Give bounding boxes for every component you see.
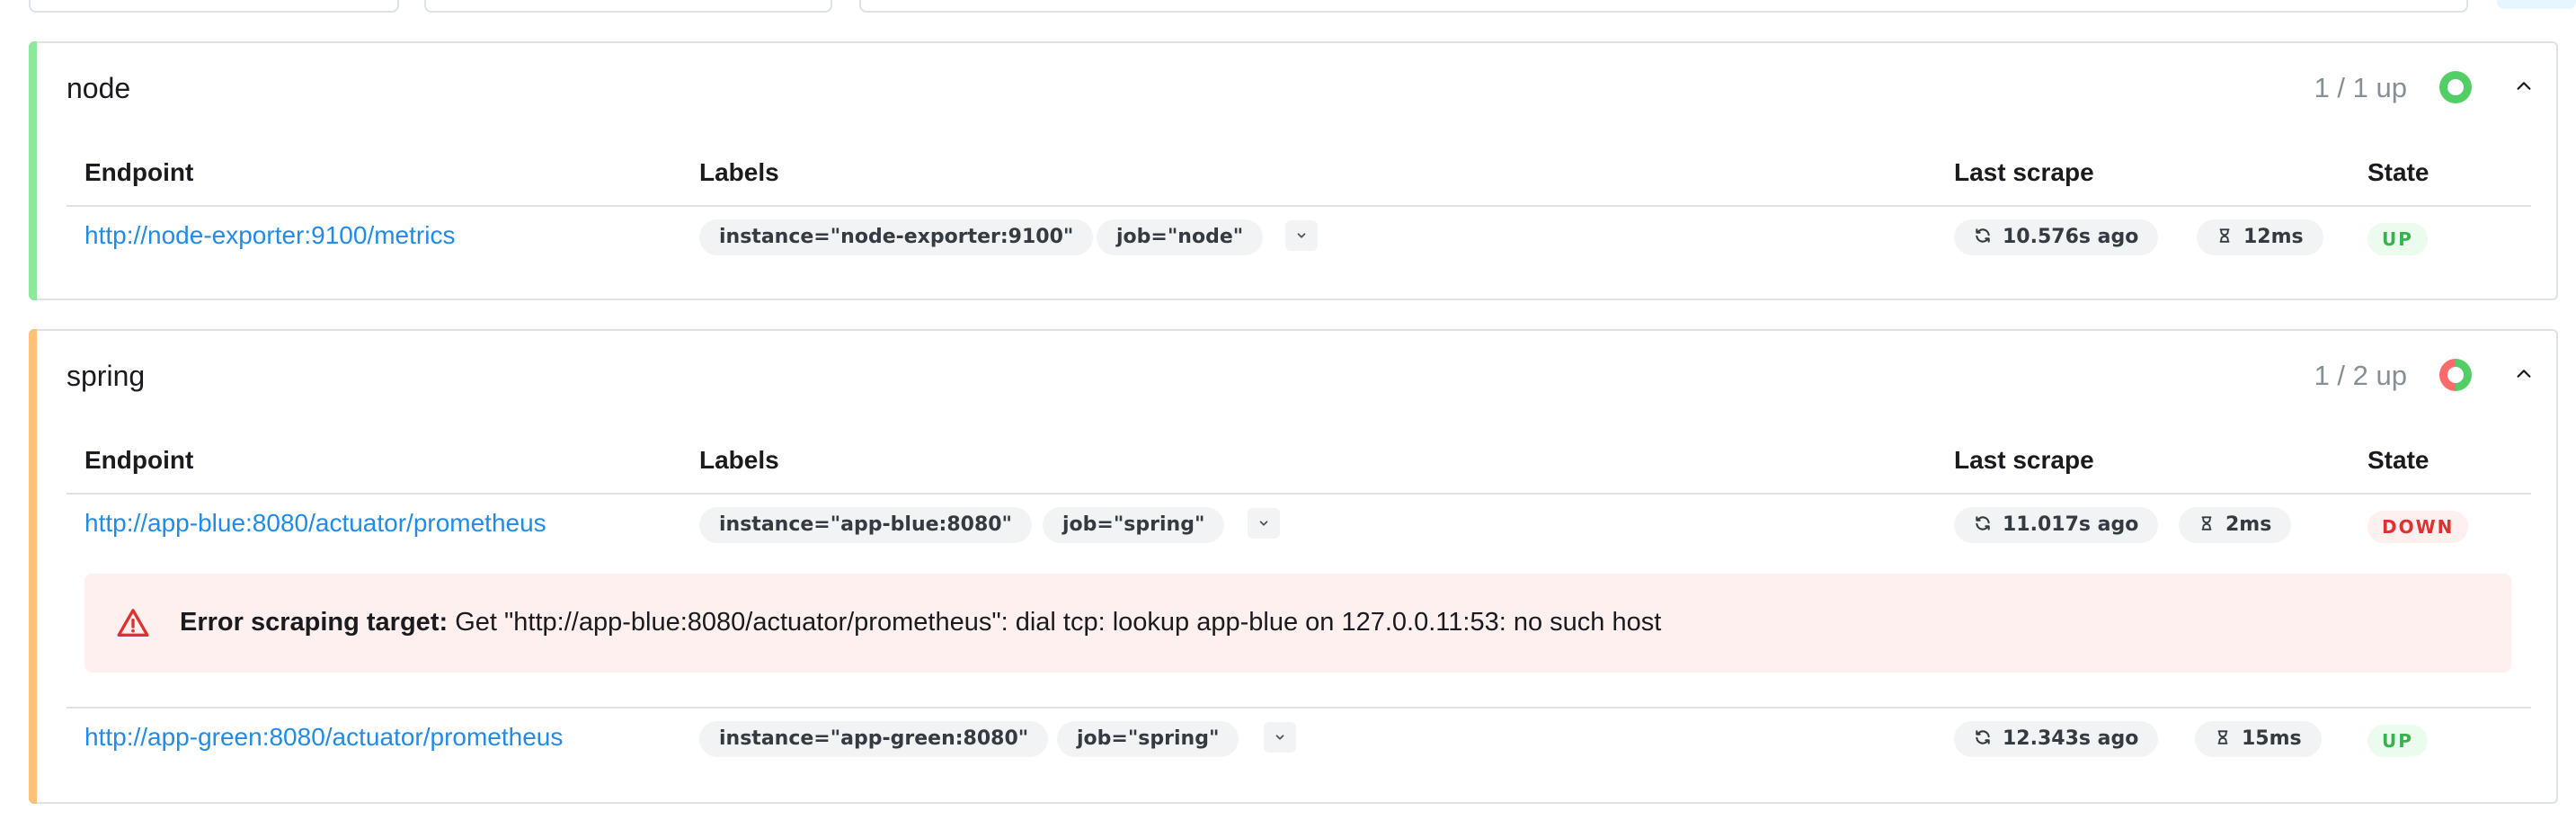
refresh-icon: [1976, 730, 1990, 744]
last-scrape-badge: 12.343s ago: [1954, 721, 2159, 757]
status-badge: UP: [2367, 725, 2428, 757]
refresh-icon: [1976, 228, 1990, 243]
column-header-labels: Labels: [699, 446, 779, 474]
chevron-down-icon[interactable]: [1248, 508, 1280, 539]
scrape-duration-badge: 12ms: [2197, 219, 2323, 255]
column-header-last-scrape: Last scrape: [1954, 158, 2094, 186]
column-header-state: State: [2367, 446, 2429, 474]
pool-title: node: [67, 72, 131, 104]
label-badge: job="spring": [1057, 721, 1239, 757]
scrape-error-title: Error scraping target:: [180, 608, 449, 637]
row-divider: [67, 707, 2531, 709]
chevron-down-icon[interactable]: [1285, 220, 1318, 251]
table-header-divider: [67, 205, 2531, 207]
health-filter-select[interactable]: [424, 0, 832, 13]
chevron-up-icon[interactable]: [2506, 356, 2542, 392]
column-header-labels: Labels: [699, 158, 779, 186]
label-badge: job="node": [1097, 219, 1264, 255]
endpoint-link[interactable]: http://app-green:8080/actuator/prometheu…: [84, 723, 563, 752]
scrape-duration-text: 15ms: [2242, 727, 2302, 750]
last-scrape-text: 11.017s ago: [2003, 513, 2139, 536]
column-header-endpoint: Endpoint: [84, 446, 194, 474]
pool-panel-node: node 1 / 1 up Endpoint Labels Last scrap…: [29, 41, 2558, 300]
label-badge: instance="app-green:8080": [699, 721, 1049, 757]
table-header-divider: [67, 493, 2531, 495]
scrape-error-text: Get "http://app-blue:8080/actuator/prome…: [455, 608, 1662, 637]
last-scrape-badge: 10.576s ago: [1954, 219, 2159, 255]
column-header-endpoint: Endpoint: [84, 158, 194, 186]
search-input[interactable]: [859, 0, 2468, 13]
pool-header[interactable]: node 1 / 1 up: [29, 43, 2556, 129]
label-badge: job="spring": [1043, 507, 1225, 543]
scrape-duration-text: 12ms: [2243, 226, 2304, 248]
status-badge: DOWN: [2367, 511, 2469, 543]
pool-title: spring: [67, 360, 146, 392]
refresh-icon: [1976, 516, 1990, 530]
last-scrape-badge: 11.017s ago: [1954, 507, 2159, 543]
last-scrape-text: 10.576s ago: [2003, 226, 2139, 248]
pool-filter-select[interactable]: [29, 0, 399, 13]
scrape-error-message: Error scraping target: Get "http://app-b…: [180, 608, 1661, 637]
column-header-state: State: [2367, 158, 2429, 186]
endpoint-link[interactable]: http://app-blue:8080/actuator/prometheus: [84, 509, 546, 538]
chevron-up-icon[interactable]: [2506, 68, 2542, 104]
filter-bar: [0, 0, 2576, 13]
pool-health-ring: [2439, 359, 2472, 391]
pool-up-count: 1 / 2 up: [2314, 360, 2407, 391]
column-header-last-scrape: Last scrape: [1954, 446, 2094, 474]
scrape-error-alert: Error scraping target: Get "http://app-b…: [84, 574, 2511, 673]
scrape-duration-text: 2ms: [2225, 513, 2272, 536]
alert-triangle-icon: [117, 609, 149, 637]
status-badge: UP: [2367, 223, 2428, 255]
chevron-down-icon[interactable]: [1264, 722, 1296, 753]
endpoint-link[interactable]: http://node-exporter:9100/metrics: [84, 221, 455, 250]
last-scrape-text: 12.343s ago: [2003, 727, 2139, 750]
collapse-all-button[interactable]: [2497, 0, 2576, 9]
label-badge: instance="node-exporter:9100": [699, 219, 1094, 255]
scrape-duration-badge: 15ms: [2195, 721, 2322, 757]
hourglass-icon: [2217, 730, 2228, 744]
label-badge: instance="app-blue:8080": [699, 507, 1033, 543]
pool-panel-spring: spring 1 / 2 up Endpoint Labels Last scr…: [29, 329, 2558, 804]
pool-header[interactable]: spring 1 / 2 up: [29, 331, 2556, 417]
scrape-duration-badge: 2ms: [2179, 507, 2292, 543]
hourglass-icon: [2219, 228, 2230, 243]
pool-up-count: 1 / 1 up: [2314, 72, 2407, 103]
pool-health-ring: [2439, 71, 2472, 103]
hourglass-icon: [2201, 516, 2212, 530]
